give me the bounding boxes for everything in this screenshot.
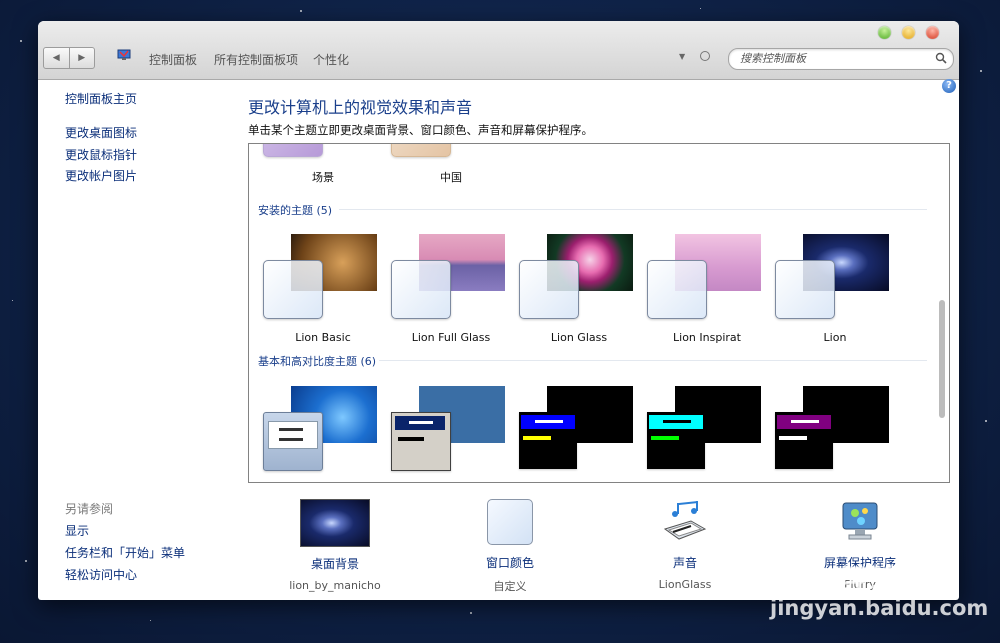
zoom-button[interactable] [878,26,891,39]
desktop-background-thumbnail [300,499,370,547]
breadcrumb-personalization[interactable]: 个性化 [313,51,349,68]
theme-lion-full-glass[interactable]: Lion Full Glass [391,234,511,344]
personalization-window: ◀ ▶ 控制面板 所有控制面板项 个性化 ▼ ? 控制面板主页 更改桌面图标 更… [38,21,959,600]
theme-list[interactable]: 场景 中国 安装的主题 (5) Lion Basic Lion Full Gla… [248,143,950,483]
see-also-title: 另请参阅 [65,502,114,516]
theme-label: Lion Full Glass [411,331,491,344]
theme-lion-inspirat[interactable]: Lion Inspirat [647,234,767,344]
theme-window-preview [519,260,579,319]
theme-lion-basic[interactable]: Lion Basic [263,234,383,344]
theme-china[interactable]: 中国 [391,144,511,184]
theme-label: Lion [823,331,847,344]
theme-lion-glass[interactable]: Lion Glass [519,234,639,344]
ease-of-access-link[interactable]: 轻松访问中心 [65,566,137,583]
help-icon[interactable]: ? [942,79,956,93]
refresh-icon[interactable] [700,51,710,61]
desktop-background-label: 桌面背景 [310,557,359,571]
theme-lion[interactable]: Lion [775,234,895,344]
breadcrumb-control-panel[interactable]: 控制面板 [149,51,197,68]
window-color-label: 窗口颜色 [485,556,534,570]
change-desktop-icons-link[interactable]: 更改桌面图标 [65,124,137,141]
breadcrumb-all-items[interactable]: 所有控制面板项 [214,51,298,68]
theme-window-preview [647,260,707,319]
sounds-item[interactable]: 声音 LionGlass [615,499,755,591]
theme-label: Lion Basic [295,331,351,344]
search-input[interactable] [738,51,932,66]
theme-window-preview [263,144,323,157]
theme-label: 场景 [312,171,334,184]
page-title: 更改计算机上的视觉效果和声音 [248,98,473,117]
taskbar-start-menu-link[interactable]: 任务栏和「开始」菜单 [65,544,185,561]
change-mouse-pointers-link[interactable]: 更改鼠标指针 [65,146,137,163]
baidu-watermark-url: jingyan.baidu.com [770,596,989,620]
theme-high-contrast-1[interactable] [519,386,639,482]
window-color-item[interactable]: 窗口颜色 自定义 [440,499,580,594]
theme-label: 中国 [440,171,462,184]
theme-high-contrast-black[interactable] [775,386,895,482]
theme-list-scrollbar[interactable] [936,144,949,482]
theme-window-preview [647,412,705,469]
sidebar-home-link[interactable]: 控制面板主页 [65,90,137,107]
theme-label: Lion Glass [550,331,608,344]
theme-scene[interactable]: 场景 [263,144,383,184]
theme-high-contrast-2[interactable] [647,386,767,482]
theme-window-preview [391,144,451,157]
desktop-background-item[interactable]: 桌面背景 lion_by_manicho [265,499,405,592]
sounds-value: LionGlass [658,578,712,591]
page-subtitle: 单击某个主题立即更改桌面背景、窗口颜色、声音和屏幕保护程序。 [248,123,593,137]
search-box[interactable] [728,48,954,70]
control-panel-icon [117,49,131,60]
window-color-swatch [487,499,533,545]
display-link[interactable]: 显示 [65,522,89,539]
nav-buttons: ◀ ▶ [43,47,95,69]
forward-button[interactable]: ▶ [68,48,95,68]
scrollbar-thumb[interactable] [939,300,945,418]
theme-windows7-basic[interactable] [263,386,383,482]
title-bar: ◀ ▶ 控制面板 所有控制面板项 个性化 ▼ [38,21,959,80]
theme-window-preview [519,412,577,469]
window-color-value: 自定义 [493,580,527,593]
theme-windows-classic[interactable] [391,386,511,482]
theme-label: Lion Inspirat [673,331,741,344]
theme-window-preview [391,412,451,471]
minimize-button[interactable] [902,26,915,39]
sounds-label: 声音 [672,556,697,570]
basic-themes-header[interactable]: 基本和高对比度主题 (6) [258,353,376,369]
theme-window-preview [263,260,323,319]
sounds-icon [663,501,707,540]
search-icon[interactable] [935,52,947,64]
close-button[interactable] [926,26,939,39]
desktop-background-value: lion_by_manicho [289,579,381,592]
screensaver-icon [842,502,878,540]
theme-window-preview [775,260,835,319]
theme-window-preview [775,412,833,469]
theme-window-preview [263,412,323,471]
group-divider [379,360,927,361]
theme-window-preview [391,260,451,319]
group-divider [339,209,927,210]
history-dropdown-icon[interactable]: ▼ [679,52,685,61]
back-button[interactable]: ◀ [44,48,69,68]
change-account-picture-link[interactable]: 更改帐户图片 [65,167,137,184]
installed-themes-header[interactable]: 安装的主题 (5) [258,202,332,218]
baidu-watermark-logo: Bai 经验 [770,564,900,599]
